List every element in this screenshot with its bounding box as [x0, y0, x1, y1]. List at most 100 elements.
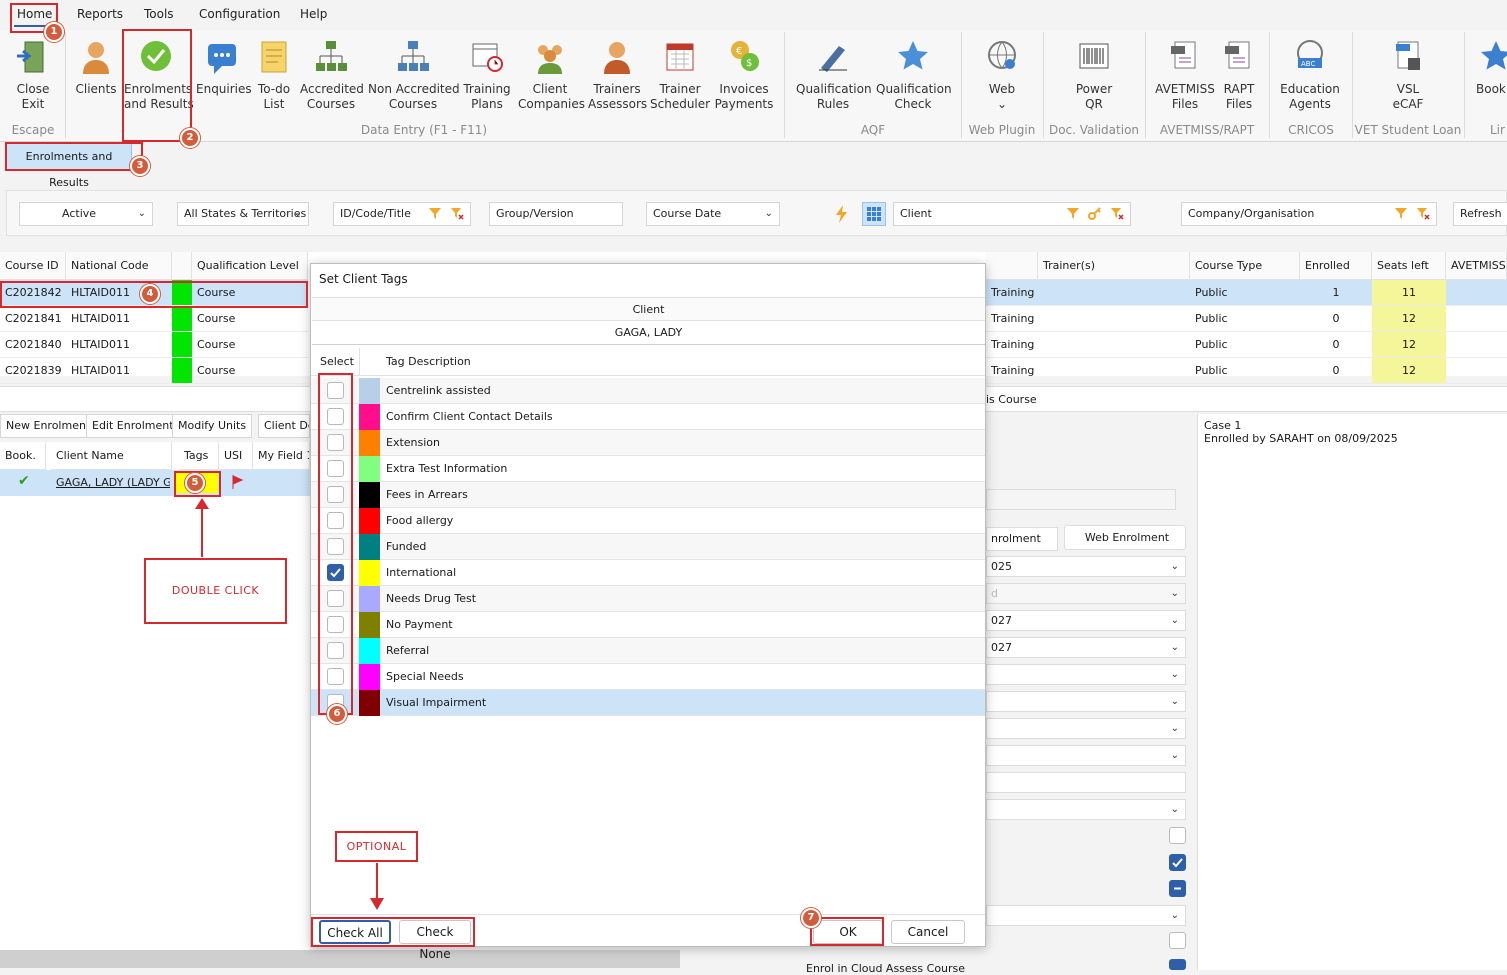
accredited-courses-button[interactable]: Accredited Courses — [300, 38, 364, 112]
col-course-id[interactable]: Course ID — [0, 252, 66, 280]
course-type-cell[interactable]: Public — [1190, 280, 1300, 306]
menu-configuration[interactable]: Configuration — [199, 7, 280, 21]
course-type-cell[interactable]: Public — [1190, 358, 1300, 384]
menu-help[interactable]: Help — [300, 7, 327, 21]
col-avetmiss[interactable]: AVETMISS — [1446, 252, 1507, 280]
detail-field[interactable] — [986, 489, 1176, 510]
tag-row[interactable]: Needs Drug Test — [311, 586, 985, 612]
detail-checkbox-checked[interactable] — [1169, 959, 1186, 970]
filter-icon[interactable] — [1066, 206, 1080, 228]
course-type-cell[interactable]: Public — [1190, 332, 1300, 358]
venue-cell[interactable]: Training C — [986, 358, 1038, 384]
tag-row[interactable]: Visual Impairment — [311, 690, 985, 716]
date-dropdown-2[interactable]: 027 ⌄ — [986, 610, 1186, 631]
tag-row[interactable]: International — [311, 560, 985, 586]
tag-row[interactable]: Extension — [311, 430, 985, 456]
enrolled-cell[interactable]: 0 — [1300, 306, 1372, 332]
course-date-dropdown[interactable]: Course Date ⌄ — [646, 202, 780, 226]
dropdown[interactable]: ⌄ — [986, 745, 1186, 766]
new-enrolment-button[interactable]: New Enrolment — [0, 414, 97, 438]
col-usi[interactable]: USI — [219, 442, 253, 470]
tag-row[interactable]: Fees in Arrears — [311, 482, 985, 508]
enrolled-cell[interactable]: 0 — [1300, 358, 1372, 384]
filter-icon[interactable] — [1394, 206, 1408, 228]
seats-left-cell[interactable]: 12 — [1372, 358, 1446, 384]
qualification-check-button[interactable]: Qualification Check — [876, 38, 952, 112]
vsl-ecaf-button[interactable]: VSL eCAF — [1380, 38, 1436, 112]
key-icon[interactable] — [1088, 206, 1102, 228]
status-dropdown[interactable]: Active ⌄ — [19, 202, 153, 226]
tag-row[interactable]: Food allergy — [311, 508, 985, 534]
national-code-cell[interactable]: HLTAID011 — [66, 306, 172, 332]
text-field[interactable] — [986, 772, 1186, 793]
states-dropdown[interactable]: All States & Territories ⌄ — [177, 202, 309, 226]
close-exit-button[interactable]: Close Exit — [8, 38, 58, 112]
avetmiss-cell[interactable] — [1446, 332, 1507, 358]
venue-cell[interactable]: Training C — [986, 306, 1038, 332]
tag-row[interactable]: No Payment — [311, 612, 985, 638]
dropdown[interactable]: ⌄ — [986, 799, 1186, 820]
dropdown[interactable]: ⌄ — [986, 718, 1186, 739]
clear-filter-icon[interactable] — [1416, 206, 1430, 228]
col-course-type[interactable]: Course Type — [1190, 252, 1300, 280]
col-enrolled[interactable]: Enrolled — [1300, 252, 1372, 280]
course-id-cell[interactable]: C2021841 — [0, 306, 66, 332]
cancel-button[interactable]: Cancel — [891, 920, 965, 944]
clients-button[interactable]: Clients — [74, 38, 118, 97]
detail-checkbox-checked[interactable] — [1169, 854, 1186, 871]
client-search[interactable]: Client — [893, 202, 1131, 226]
modify-units-button[interactable]: Modify Units — [172, 414, 253, 438]
detail-checkbox-indeterminate[interactable] — [1169, 880, 1186, 897]
avetmiss-files-button[interactable]: AVETMISS Files — [1154, 38, 1216, 112]
tag-row[interactable]: Extra Test Information — [311, 456, 985, 482]
qual-level-cell[interactable]: Course — [192, 358, 308, 384]
edit-enrolment-button[interactable]: Edit Enrolment — [86, 414, 180, 438]
tag-row[interactable]: Confirm Client Contact Details — [311, 404, 985, 430]
client-companies-button[interactable]: Client Companies — [518, 38, 585, 112]
level-color-cell[interactable] — [172, 358, 192, 384]
enrolment-button[interactable]: nrolment — [986, 527, 1058, 551]
filter-icon[interactable] — [428, 206, 442, 228]
level-color-cell[interactable] — [172, 306, 192, 332]
venue-cell[interactable]: Training C — [986, 280, 1038, 306]
col-qual-level[interactable]: Qualification Level — [192, 252, 308, 280]
clear-filter-icon[interactable] — [450, 206, 464, 228]
seats-left-cell[interactable]: 11 — [1372, 280, 1446, 306]
trainers-cell[interactable] — [1038, 306, 1190, 332]
group-version-input[interactable]: Group/Version — [489, 202, 623, 226]
tag-row[interactable]: Referral — [311, 638, 985, 664]
id-code-search[interactable]: ID/Code/Title — [333, 202, 471, 226]
level-color-cell[interactable] — [172, 332, 192, 358]
tag-row[interactable]: Funded — [311, 534, 985, 560]
refresh-button[interactable]: Refresh — [1453, 202, 1507, 226]
lightning-icon[interactable] — [835, 205, 849, 226]
trainers-cell[interactable] — [1038, 358, 1190, 384]
book-button[interactable]: Book — [1476, 38, 1507, 97]
company-search[interactable]: Company/Organisation — [1181, 202, 1437, 226]
client-details-button[interactable]: Client Det — [258, 414, 310, 438]
seats-left-cell[interactable]: 12 — [1372, 306, 1446, 332]
avetmiss-cell[interactable] — [1446, 358, 1507, 384]
rapt-files-button[interactable]: RAPT Files — [1218, 38, 1260, 112]
date-dropdown-1[interactable]: 025 ⌄ — [986, 556, 1186, 577]
col-my-field[interactable]: My Field 10 — [253, 442, 310, 470]
venue-cell[interactable]: Training C — [986, 332, 1038, 358]
client-name-link[interactable]: GAGA, LADY (LADY GAGA — [56, 476, 170, 489]
menu-tools[interactable]: Tools — [144, 7, 174, 21]
detail-checkbox[interactable] — [1169, 932, 1186, 949]
col-national-code[interactable]: National Code — [66, 252, 172, 280]
dropdown[interactable]: ⌄ — [986, 905, 1186, 926]
tag-row[interactable]: Centrelink assisted — [311, 378, 985, 404]
table-row[interactable]: ✔ GAGA, LADY (LADY GAGA — [0, 470, 310, 496]
course-id-cell[interactable]: C2021840 — [0, 332, 66, 358]
trainers-cell[interactable] — [1038, 332, 1190, 358]
web-enrolment-button[interactable]: Web Enrolment — [1064, 525, 1186, 550]
horizontal-scrollbar[interactable] — [0, 950, 680, 968]
invoices-payments-button[interactable]: € $ Invoices Payments — [714, 38, 774, 112]
non-accredited-courses-button[interactable]: Non Accredited Courses — [368, 38, 460, 112]
seats-left-cell[interactable]: 12 — [1372, 332, 1446, 358]
course-id-cell[interactable]: C2021839 — [0, 358, 66, 384]
col-client-name[interactable]: Client Name — [51, 442, 172, 470]
enquiries-button[interactable]: Enquiries — [196, 38, 252, 97]
grid-view-icon[interactable] — [862, 202, 886, 226]
